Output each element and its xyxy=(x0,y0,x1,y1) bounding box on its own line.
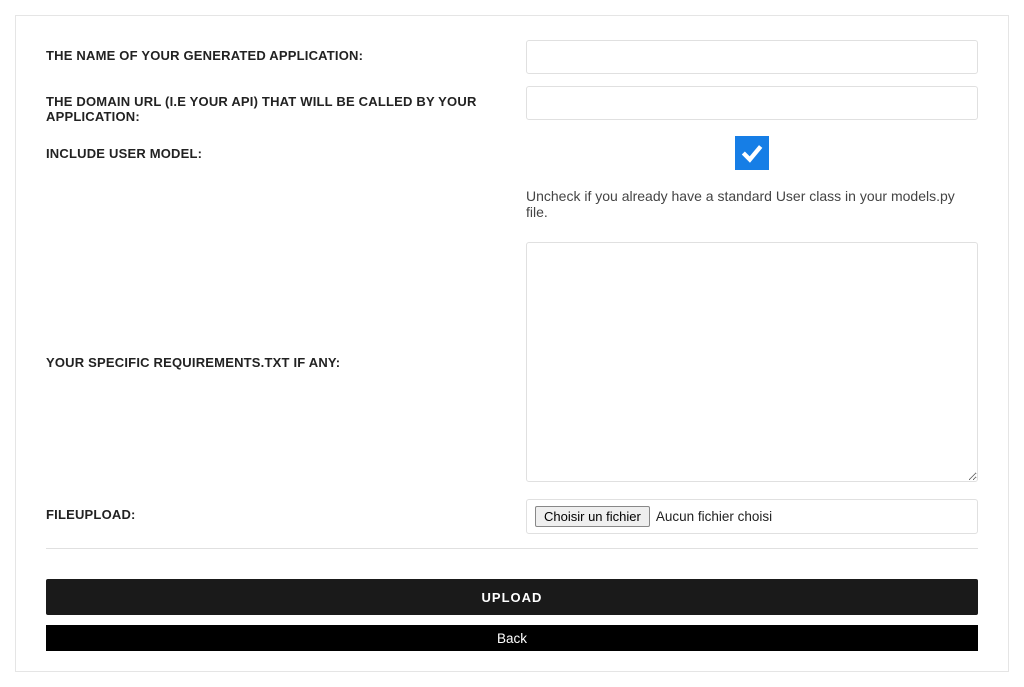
fileupload-box: Choisir un fichier Aucun fichier choisi xyxy=(526,499,978,534)
checkmark-icon xyxy=(739,140,765,166)
app-name-label: The name of your generated application: xyxy=(46,40,526,63)
fileupload-label: Fileupload: xyxy=(46,499,526,522)
app-name-input[interactable] xyxy=(526,40,978,74)
domain-url-row: The domain URL (i.e your API) that will … xyxy=(46,86,978,124)
include-user-help-text: Uncheck if you already have a standard U… xyxy=(526,188,978,220)
requirements-label: Your specific requirements.txt if any: xyxy=(46,242,526,482)
upload-button[interactable]: Upload xyxy=(46,579,978,615)
include-user-label: Include User model: xyxy=(46,136,526,161)
file-status-text: Aucun fichier choisi xyxy=(656,509,772,524)
include-user-checkbox-cell: Uncheck if you already have a standard U… xyxy=(526,136,978,220)
requirements-textarea[interactable] xyxy=(526,242,978,482)
requirements-control xyxy=(526,242,978,487)
fileupload-control: Choisir un fichier Aucun fichier choisi xyxy=(526,499,978,534)
include-user-row: Include User model: Uncheck if you alrea… xyxy=(46,136,978,220)
fileupload-row: Fileupload: Choisir un fichier Aucun fic… xyxy=(46,499,978,534)
domain-url-control xyxy=(526,86,978,120)
requirements-row: Your specific requirements.txt if any: xyxy=(46,242,978,487)
choose-file-button[interactable]: Choisir un fichier xyxy=(535,506,650,527)
upload-form: The name of your generated application: … xyxy=(15,15,1009,672)
domain-url-input[interactable] xyxy=(526,86,978,120)
back-button[interactable]: Back xyxy=(46,625,978,651)
include-user-checkbox[interactable] xyxy=(735,136,769,170)
app-name-row: The name of your generated application: xyxy=(46,40,978,74)
form-divider xyxy=(46,548,978,549)
include-user-control: Uncheck if you already have a standard U… xyxy=(526,136,978,220)
domain-url-label: The domain URL (i.e your API) that will … xyxy=(46,86,526,124)
app-name-control xyxy=(526,40,978,74)
